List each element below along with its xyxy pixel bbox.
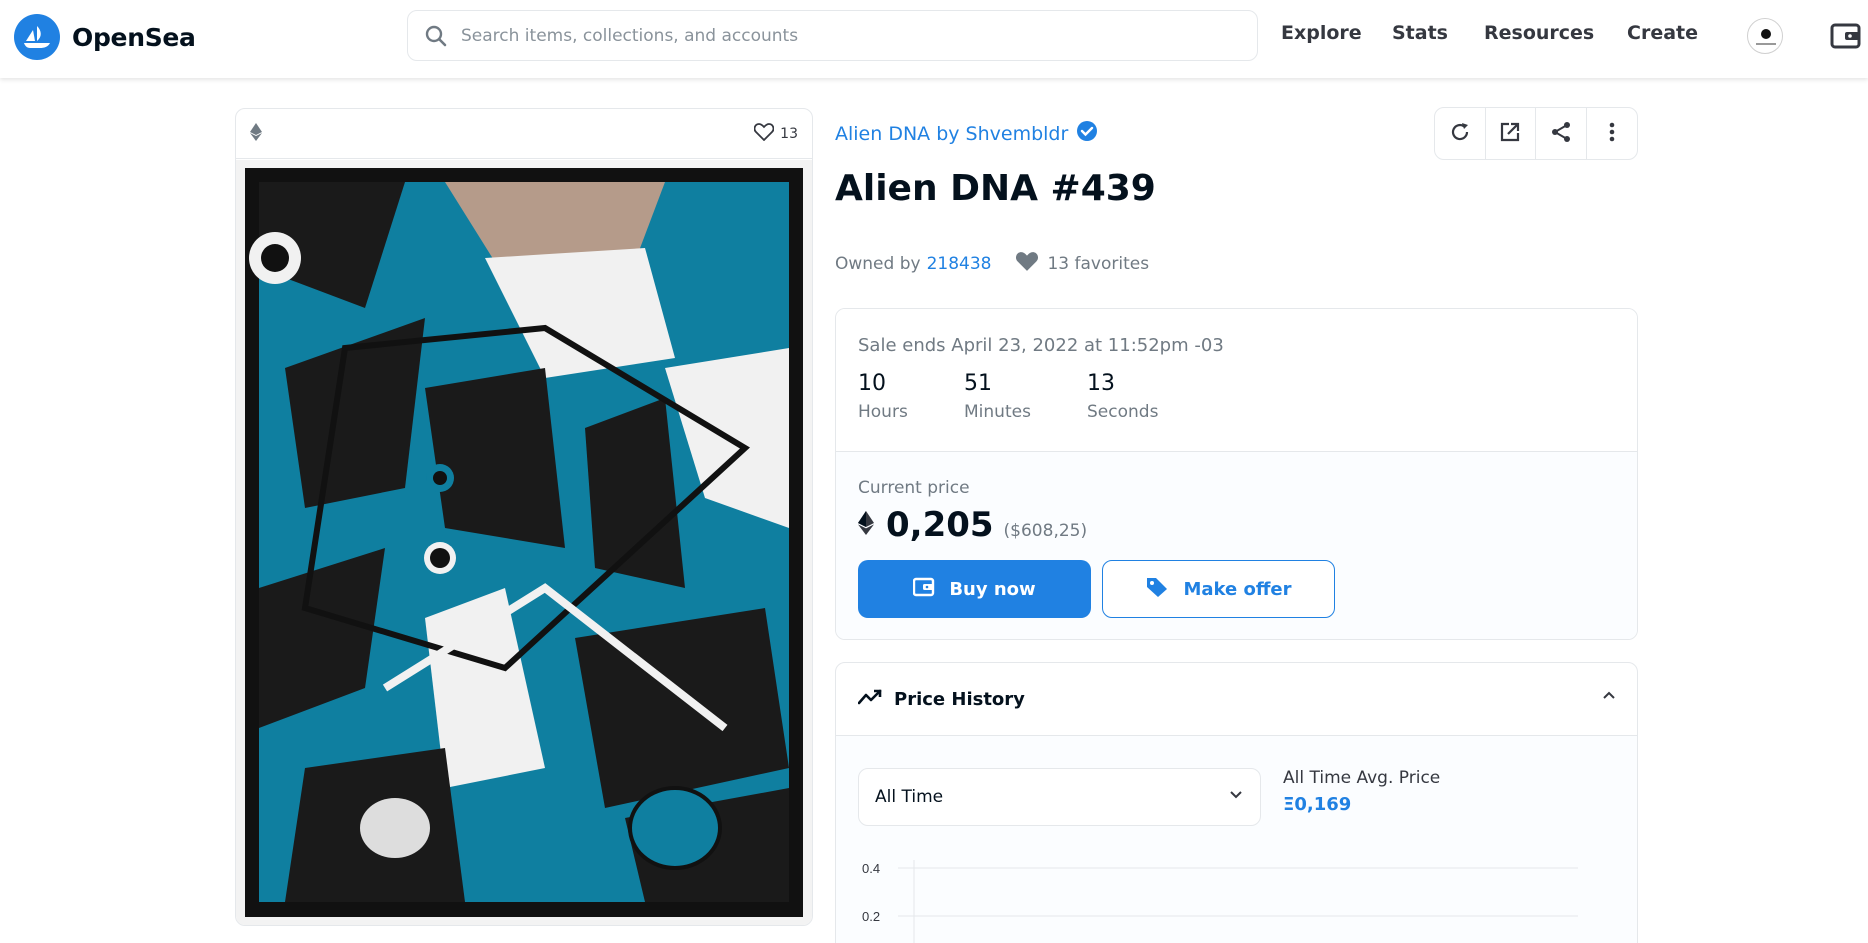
heart-outline-icon	[753, 122, 775, 145]
heart-filled-icon	[1015, 251, 1039, 277]
top-navbar: OpenSea Explore Stats Resources Create	[0, 0, 1868, 78]
favorite-count: 13	[780, 125, 798, 142]
ethereum-icon	[858, 510, 874, 540]
current-price-label: Current price	[858, 478, 970, 498]
collection-link[interactable]: Alien DNA by Shvembldr	[835, 120, 1098, 147]
price-amount: 0,205	[886, 505, 994, 545]
y-tick-label: 0.2	[862, 909, 880, 924]
owner-link[interactable]: 218438	[927, 254, 992, 274]
wallet-icon[interactable]	[1830, 20, 1862, 52]
nft-artwork[interactable]	[245, 168, 803, 917]
search-input[interactable]	[461, 25, 1221, 46]
nft-image-card: 13	[235, 108, 813, 926]
search-bar[interactable]	[407, 10, 1258, 61]
more-vertical-icon	[1609, 122, 1615, 146]
average-price-value: Ξ0,169	[1283, 794, 1352, 815]
refresh-icon	[1449, 121, 1471, 147]
profile-avatar[interactable]	[1747, 18, 1783, 54]
price-history-header[interactable]: Price History	[836, 663, 1637, 736]
countdown-value: 10	[858, 371, 886, 396]
countdown-label: Seconds	[1087, 402, 1159, 422]
item-action-bar	[1434, 107, 1638, 160]
search-icon	[423, 23, 449, 49]
average-price: All Time Avg. Price Ξ0,169	[1283, 768, 1440, 815]
period-select-value: All Time	[875, 787, 944, 807]
price-history-chart: 0.4 0.2	[858, 856, 1618, 943]
owned-by-label: Owned by	[835, 254, 921, 274]
trending-icon	[857, 689, 882, 709]
brand-name: OpenSea	[72, 22, 196, 52]
countdown-value: 51	[964, 371, 992, 396]
price-history-panel: Price History All Time All Time Avg. Pri…	[835, 662, 1638, 943]
nav-stats[interactable]: Stats	[1392, 22, 1448, 44]
buy-now-label: Buy now	[949, 578, 1036, 600]
favorites-summary: 13 favorites	[1015, 251, 1149, 277]
image-frame	[236, 160, 812, 925]
open-external-button[interactable]	[1486, 108, 1536, 159]
share-icon	[1550, 121, 1572, 147]
external-link-icon	[1499, 121, 1521, 147]
period-select[interactable]: All Time	[858, 768, 1261, 826]
average-price-label: All Time Avg. Price	[1283, 768, 1441, 788]
countdown-label: Minutes	[964, 402, 1031, 422]
sale-ends-text: Sale ends April 23, 2022 at 11:52pm -03	[858, 335, 1224, 356]
nav-resources[interactable]: Resources	[1484, 22, 1594, 44]
ship-icon	[14, 14, 60, 60]
countdown-seconds: 13 Seconds	[1087, 371, 1158, 422]
buy-now-button[interactable]: Buy now	[858, 560, 1091, 618]
item-title: Alien DNA #439	[835, 168, 1156, 209]
refresh-button[interactable]	[1435, 108, 1486, 159]
make-offer-label: Make offer	[1183, 578, 1292, 600]
y-tick-label: 0.4	[862, 861, 880, 876]
chevron-up-icon[interactable]	[1601, 687, 1617, 707]
image-card-topbar: 13	[236, 109, 812, 159]
countdown-label: Hours	[858, 402, 908, 422]
countdown-hours: 10 Hours	[858, 371, 908, 422]
chevron-down-icon	[1228, 787, 1244, 808]
sale-countdown-section: Sale ends April 23, 2022 at 11:52pm -03 …	[836, 309, 1637, 452]
collection-name: Alien DNA by Shvembldr	[835, 122, 1069, 145]
nav-explore[interactable]: Explore	[1281, 22, 1362, 44]
nav-create[interactable]: Create	[1627, 22, 1698, 44]
verified-badge-icon	[1068, 120, 1098, 147]
price-history-title: Price History	[894, 688, 1025, 710]
sale-panel: Sale ends April 23, 2022 at 11:52pm -03 …	[835, 308, 1638, 640]
price-row: 0,205 ($608,25)	[858, 505, 1087, 545]
favorites-count: 13 favorites	[1047, 254, 1150, 274]
ethereum-icon	[250, 122, 262, 145]
countdown-minutes: 51 Minutes	[964, 371, 1031, 422]
make-offer-button[interactable]: Make offer	[1102, 560, 1335, 618]
opensea-logo[interactable]: OpenSea	[14, 14, 196, 60]
share-button[interactable]	[1536, 108, 1587, 159]
price-usd: ($608,25)	[1003, 521, 1088, 541]
more-options-button[interactable]	[1587, 108, 1638, 159]
price-history-body: All Time All Time Avg. Price Ξ0,169 0.4 …	[836, 736, 1637, 943]
ownership-row: Owned by 218438 13 favorites	[835, 251, 1149, 277]
tag-icon	[1145, 576, 1183, 603]
countdown-value: 13	[1087, 371, 1115, 396]
favorite-toggle[interactable]: 13	[753, 122, 798, 145]
wallet-icon	[913, 577, 949, 602]
